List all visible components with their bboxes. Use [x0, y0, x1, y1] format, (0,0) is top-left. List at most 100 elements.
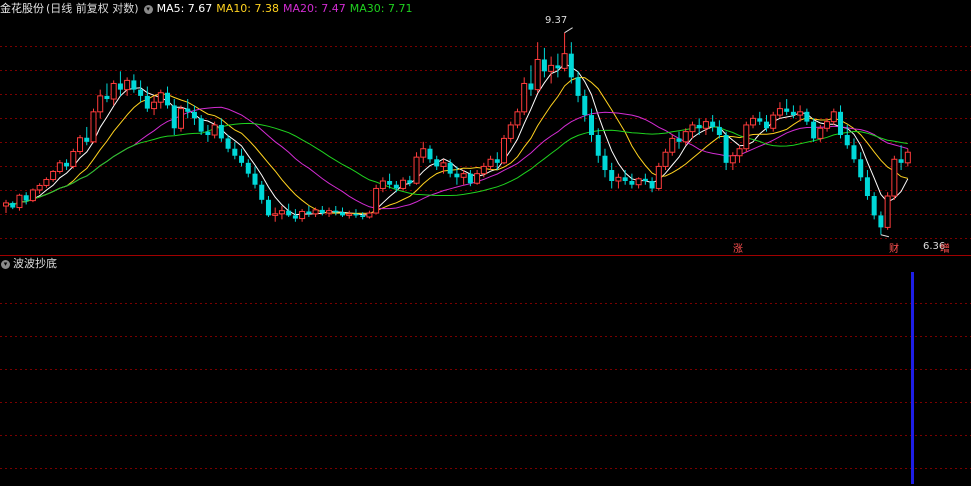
- candle-body: [104, 95, 110, 100]
- signal-bar: [911, 272, 914, 484]
- candle-body: [830, 111, 837, 123]
- candle-body: [138, 89, 144, 96]
- candle-body: [702, 121, 709, 129]
- candle-body: [507, 124, 514, 139]
- settings-toggle-icon[interactable]: ▾: [143, 4, 153, 14]
- candle-body: [218, 124, 224, 139]
- candle-body: [346, 213, 353, 216]
- candle-body: [729, 155, 736, 164]
- candle-body: [696, 124, 702, 129]
- candle-body: [851, 145, 857, 160]
- stock-name[interactable]: 金花股份: [0, 2, 44, 15]
- candle-body: [420, 148, 427, 158]
- candle-body: [252, 173, 258, 185]
- candle-body: [225, 138, 231, 149]
- candle-body: [710, 121, 716, 127]
- candle-body: [353, 213, 359, 216]
- candle-body: [29, 189, 36, 202]
- candle-body: [64, 162, 70, 167]
- candle-body: [306, 211, 312, 214]
- candle-body: [689, 124, 696, 133]
- candle-body: [824, 121, 831, 129]
- candle-body: [642, 178, 648, 182]
- candle-body: [655, 165, 662, 189]
- candle-body: [723, 135, 729, 163]
- candle-body: [615, 176, 622, 182]
- candle-body: [10, 202, 16, 208]
- kline-chart[interactable]: [0, 0, 971, 486]
- candle-body: [84, 137, 90, 142]
- candle-body: [514, 111, 521, 126]
- candle-body: [157, 92, 164, 103]
- candle-body: [265, 199, 271, 216]
- candle-body: [340, 212, 345, 216]
- candle-body: [474, 173, 481, 184]
- indicator-title[interactable]: 波波抄底: [13, 257, 57, 270]
- candle-body: [366, 212, 373, 218]
- candle-body: [198, 118, 204, 132]
- candle-body: [393, 184, 399, 189]
- candle-body: [286, 210, 292, 216]
- candle-body: [622, 177, 628, 182]
- candle-body: [77, 137, 84, 153]
- candle-body: [582, 95, 588, 116]
- candle-body: [36, 184, 43, 191]
- candle-body: [757, 118, 763, 122]
- candle-body: [528, 83, 534, 90]
- candle-body: [177, 108, 184, 129]
- candle-body: [23, 195, 29, 201]
- marker-zhang[interactable]: 涨: [733, 244, 743, 256]
- candle-body: [185, 108, 191, 112]
- low-pointer: [880, 234, 890, 238]
- candle-body: [292, 215, 298, 219]
- candle-body: [440, 162, 447, 167]
- candle-body: [790, 111, 796, 116]
- marker-cai[interactable]: 财: [889, 244, 899, 256]
- candle-body: [151, 101, 158, 110]
- candle-body: [548, 64, 555, 72]
- candle-body: [844, 135, 850, 146]
- candle-body: [595, 135, 601, 156]
- high-pointer: [564, 27, 573, 34]
- candle-body: [191, 111, 197, 119]
- candle-body: [736, 148, 743, 157]
- candle-body: [272, 213, 279, 216]
- ma30-label: MA30: 7.71: [349, 2, 413, 15]
- candle-body: [427, 148, 433, 160]
- indicator-toggle-icon[interactable]: ▾: [1, 259, 10, 269]
- candle-body: [70, 151, 77, 167]
- candle-body: [555, 65, 561, 69]
- marker-zeng[interactable]: 增: [940, 244, 950, 256]
- candle-body: [891, 158, 898, 197]
- candle-body: [117, 83, 123, 90]
- candle-body: [494, 159, 500, 163]
- candle-body: [541, 59, 547, 72]
- candle-body: [312, 209, 319, 215]
- candle-body: [97, 95, 104, 113]
- candle-body: [662, 151, 669, 167]
- candle-body: [589, 115, 595, 136]
- candle-body: [817, 127, 824, 139]
- candle-body: [629, 181, 635, 185]
- main-chart-header: 金花股份 (日线 前复权 对数) ▾ MA5: 7.67 MA10: 7.38 MA20:…: [0, 0, 971, 18]
- candle-body: [333, 210, 339, 213]
- candle-body: [609, 170, 615, 182]
- candle-body: [750, 117, 757, 126]
- candle-body: [521, 82, 528, 113]
- candle-body: [635, 178, 642, 186]
- candle-body: [884, 195, 891, 228]
- candle-body: [575, 77, 581, 96]
- candle-body: [245, 162, 251, 174]
- candle-body: [319, 209, 325, 214]
- candle-body: [211, 124, 218, 136]
- candle-body: [447, 162, 453, 174]
- candle-body: [278, 210, 285, 215]
- candle-body: [299, 210, 306, 220]
- candle-body: [811, 121, 817, 139]
- candle-body: [144, 95, 150, 109]
- candle-body: [898, 159, 904, 163]
- ma10-label: MA10: 7.38: [216, 2, 280, 15]
- candle-body: [326, 210, 333, 214]
- candle-body: [763, 121, 769, 129]
- candle-body: [454, 173, 460, 178]
